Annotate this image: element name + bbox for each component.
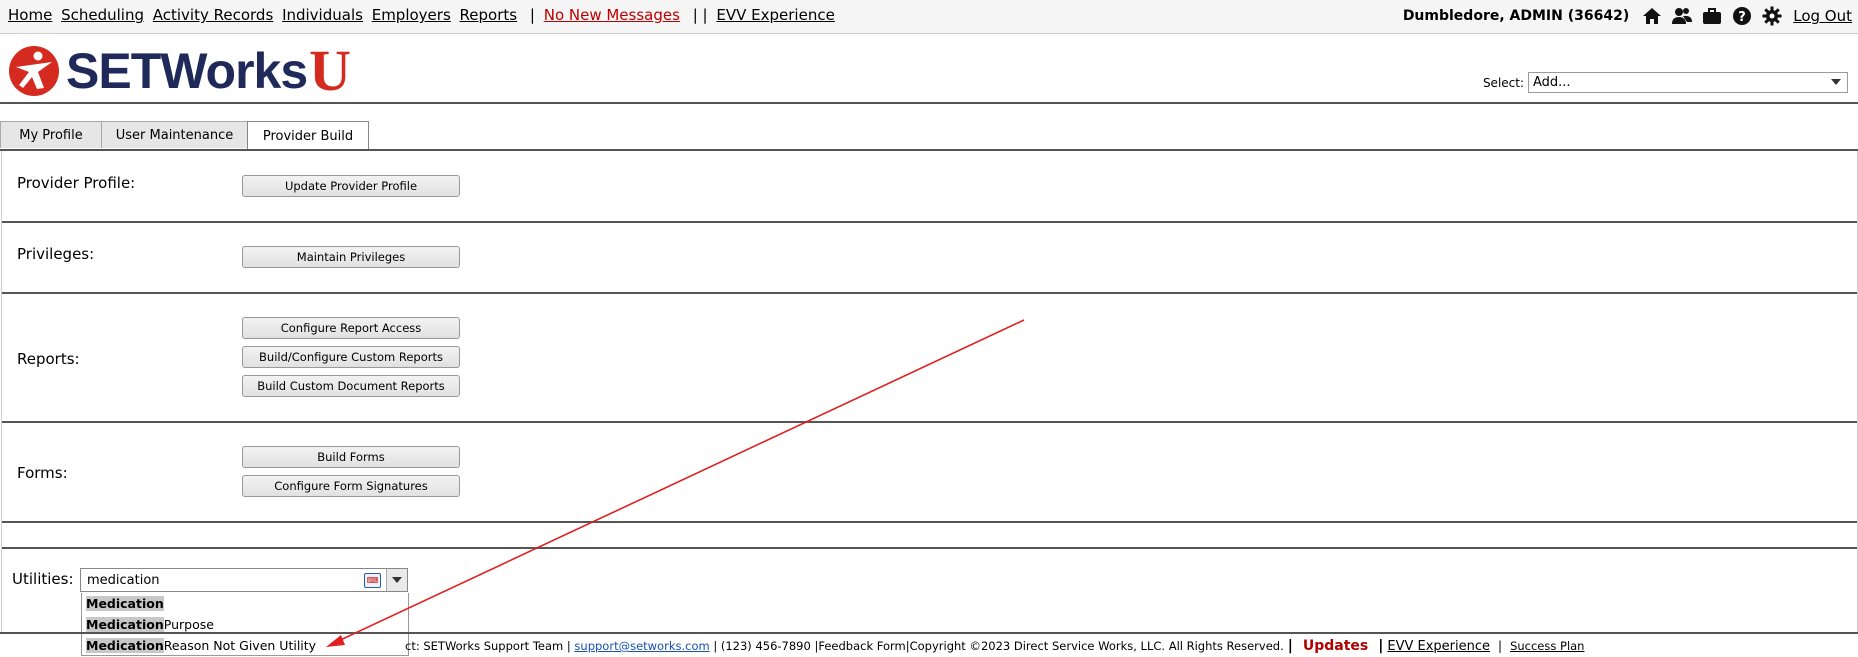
tab-bar: My Profile User Maintenance Provider Bui… bbox=[0, 121, 369, 150]
nav-separator: | | bbox=[692, 6, 708, 24]
logo-figure-icon bbox=[9, 46, 59, 96]
nav-employers[interactable]: Employers bbox=[372, 6, 451, 24]
footer-separator: | bbox=[1378, 638, 1384, 654]
utilities-label: Utilities: bbox=[12, 570, 74, 588]
header: SETWorks U Select: Add... bbox=[0, 34, 1858, 104]
build-custom-document-reports-button[interactable]: Build Custom Document Reports bbox=[242, 375, 460, 397]
success-plan-link[interactable]: Success Plan bbox=[1510, 639, 1584, 653]
nav-links: Home Scheduling Activity Records Individ… bbox=[8, 6, 839, 24]
section-label: Forms: bbox=[17, 464, 68, 482]
nav-reports[interactable]: Reports bbox=[460, 6, 518, 24]
nav-evv-experience[interactable]: EVV Experience bbox=[716, 6, 834, 24]
tab-user-maintenance[interactable]: User Maintenance bbox=[101, 121, 248, 148]
footer-text: ct: SETWorks Support Team | support@setw… bbox=[405, 638, 1584, 654]
provider-build-panel: Provider Profile: Update Provider Profil… bbox=[1, 151, 1858, 632]
section-label: Provider Profile: bbox=[17, 174, 136, 192]
help-icon[interactable]: ? bbox=[1731, 5, 1753, 27]
user-name: Dumbledore, ADMIN (36642) bbox=[1402, 8, 1630, 24]
gear-icon[interactable] bbox=[1761, 5, 1783, 27]
section-provider-profile: Provider Profile: Update Provider Profil… bbox=[2, 151, 1857, 223]
nav-separator: | bbox=[529, 6, 535, 24]
top-nav-bar: Home Scheduling Activity Records Individ… bbox=[0, 0, 1858, 34]
select-label: Select: bbox=[1482, 75, 1524, 90]
add-select-group: Select: Add... bbox=[1483, 72, 1848, 93]
utilities-combobox[interactable]: medication ⌨ bbox=[80, 568, 408, 592]
footer-separator: | bbox=[1287, 638, 1293, 654]
update-provider-profile-button[interactable]: Update Provider Profile bbox=[242, 175, 460, 197]
maintain-privileges-button[interactable]: Maintain Privileges bbox=[242, 246, 460, 268]
section-privileges: Privileges: Maintain Privileges bbox=[2, 223, 1857, 294]
nav-messages[interactable]: No New Messages bbox=[544, 6, 680, 24]
footer-evv-link[interactable]: EVV Experience bbox=[1387, 639, 1490, 654]
add-select-value: Add... bbox=[1533, 75, 1571, 90]
logo-wordmark: SETWorks bbox=[66, 43, 308, 99]
chevron-down-icon bbox=[1831, 79, 1841, 85]
logout-link[interactable]: Log Out bbox=[1793, 7, 1852, 25]
build-forms-button[interactable]: Build Forms bbox=[242, 446, 460, 468]
suggestion-item[interactable]: Medication bbox=[82, 593, 408, 614]
footer-copyright: | (123) 456-7890 |Feedback Form|Copyrigh… bbox=[713, 639, 1284, 653]
footer-contact: ct: SETWorks Support Team | bbox=[405, 639, 571, 653]
tab-provider-build[interactable]: Provider Build bbox=[247, 121, 369, 150]
nav-activity-records[interactable]: Activity Records bbox=[153, 6, 274, 24]
updates-link[interactable]: Updates bbox=[1303, 638, 1368, 654]
nav-scheduling[interactable]: Scheduling bbox=[61, 6, 144, 24]
build-configure-custom-reports-button[interactable]: Build/Configure Custom Reports bbox=[242, 346, 460, 368]
user-area: Dumbledore, ADMIN (36642) ? Log Out bbox=[1403, 5, 1852, 27]
svg-text:?: ? bbox=[1738, 10, 1746, 25]
briefcase-icon[interactable] bbox=[1701, 5, 1723, 27]
section-label: Reports: bbox=[17, 350, 80, 368]
configure-form-signatures-button[interactable]: Configure Form Signatures bbox=[242, 475, 460, 497]
configure-report-access-button[interactable]: Configure Report Access bbox=[242, 317, 460, 339]
section-forms: Forms: Build Forms Configure Form Signat… bbox=[2, 423, 1857, 523]
keyboard-icon[interactable]: ⌨ bbox=[364, 573, 381, 588]
section-spacer bbox=[2, 523, 1857, 549]
support-email-link[interactable]: support@setworks.com bbox=[574, 639, 709, 653]
dropdown-toggle[interactable] bbox=[386, 569, 407, 591]
logo-u: U bbox=[309, 38, 352, 103]
setworks-logo[interactable]: SETWorks U bbox=[8, 38, 352, 103]
nav-home[interactable]: Home bbox=[8, 6, 52, 24]
utilities-input[interactable]: medication bbox=[87, 573, 160, 588]
section-reports: Reports: Configure Report Access Build/C… bbox=[2, 294, 1857, 423]
home-icon[interactable] bbox=[1641, 5, 1663, 27]
footer-separator: | bbox=[1498, 639, 1503, 653]
users-icon[interactable] bbox=[1671, 5, 1693, 27]
add-select[interactable]: Add... bbox=[1528, 72, 1848, 93]
tab-my-profile[interactable]: My Profile bbox=[0, 121, 102, 148]
nav-individuals[interactable]: Individuals bbox=[282, 6, 363, 24]
section-label: Privileges: bbox=[17, 245, 95, 263]
footer: ct: SETWorks Support Team | support@setw… bbox=[0, 632, 1858, 657]
